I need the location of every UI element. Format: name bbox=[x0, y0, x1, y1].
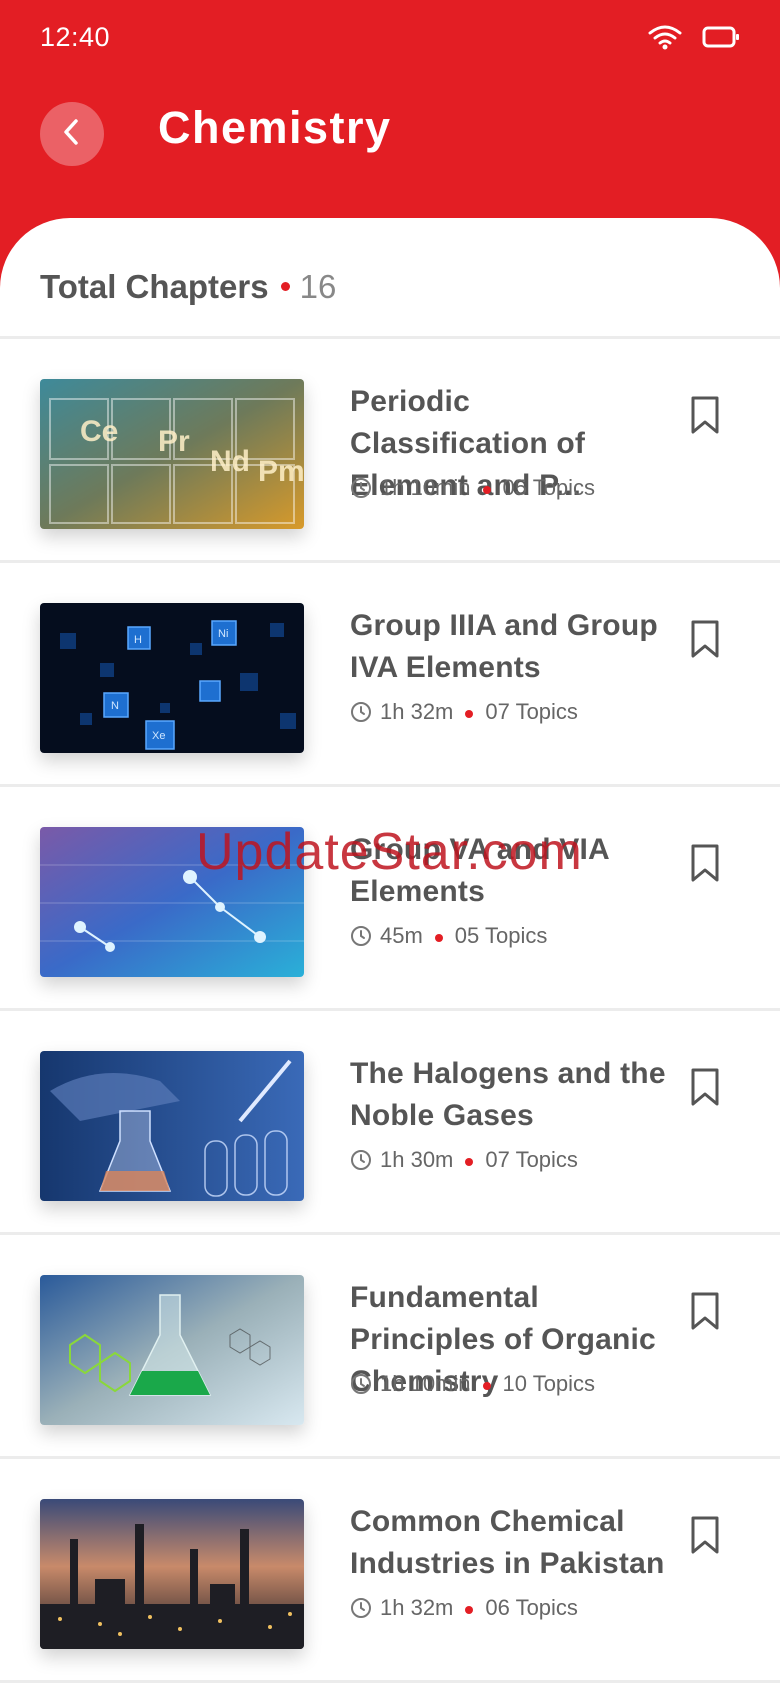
bookmark-button[interactable] bbox=[688, 1291, 722, 1331]
app-header: Chemistry bbox=[0, 80, 780, 220]
svg-text:N: N bbox=[111, 700, 119, 712]
page-title: Chemistry bbox=[158, 102, 392, 153]
svg-text:Pm: Pm bbox=[258, 455, 304, 488]
bookmark-icon bbox=[688, 1292, 722, 1335]
separator-dot bbox=[482, 1382, 491, 1390]
chapter-topics: 06 Topics bbox=[485, 1595, 578, 1620]
clock-icon bbox=[350, 701, 372, 723]
chapter-title: Group VA and VIA Elements bbox=[350, 833, 609, 908]
clock-icon bbox=[350, 925, 372, 947]
svg-text:Ni: Ni bbox=[218, 628, 228, 640]
chapter-thumbnail-flask-structures bbox=[40, 1275, 304, 1425]
chapter-item[interactable]: Group VA and VIA Elements 45m 05 Topics bbox=[0, 787, 780, 1011]
clock-icon bbox=[350, 1149, 372, 1171]
chapter-duration: 1h 32m bbox=[380, 1595, 454, 1620]
status-bar: 12:40 bbox=[0, 0, 780, 80]
svg-text:Nd: Nd bbox=[210, 445, 250, 478]
chapter-topics: 07 Topics bbox=[485, 1147, 578, 1172]
separator-dot bbox=[465, 710, 474, 718]
bookmark-button[interactable] bbox=[688, 395, 722, 435]
chapter-item[interactable]: H Ni N Xe Group IIIA and Group IVA Eleme… bbox=[0, 563, 780, 787]
bookmark-icon bbox=[688, 620, 722, 663]
svg-text:Ce: Ce bbox=[80, 415, 118, 448]
bookmark-icon bbox=[688, 844, 722, 887]
separator-dot bbox=[482, 486, 491, 494]
chapter-meta: 1h 30m 07 Topics bbox=[350, 1147, 578, 1173]
chapter-item[interactable]: Fundamental Principles of Organic Chemis… bbox=[0, 1235, 780, 1459]
bookmark-icon bbox=[688, 1516, 722, 1559]
status-time: 12:40 bbox=[40, 22, 111, 52]
chapter-thumbnail-periodic-table: Ce Pr Nd Pm bbox=[40, 379, 304, 529]
chapter-meta: 1h 32m 06 Topics bbox=[350, 1595, 578, 1621]
chapter-list: Ce Pr Nd Pm Periodic Classification of E… bbox=[0, 339, 780, 1683]
chapter-duration: 1h 10min bbox=[380, 475, 471, 500]
svg-text:H: H bbox=[134, 634, 142, 646]
chapter-item[interactable]: Common Chemical Industries in Pakistan 1… bbox=[0, 1459, 780, 1683]
svg-text:Xe: Xe bbox=[152, 730, 165, 742]
back-button[interactable] bbox=[40, 102, 104, 166]
svg-text:Pr: Pr bbox=[158, 425, 190, 458]
separator-dot bbox=[434, 934, 443, 942]
chapter-duration: 1h 32m bbox=[380, 699, 454, 724]
chapter-meta: 1h 10min 10 Topics bbox=[350, 1371, 595, 1397]
chapter-topics: 05 Topics bbox=[454, 923, 548, 948]
chapter-duration: 1h 30m bbox=[380, 1147, 454, 1172]
total-chapters-summary: Total Chapters 16 bbox=[40, 268, 336, 306]
chapter-thumbnail-refinery bbox=[40, 1499, 304, 1649]
chapter-title: Group IIIA and Group IVA Elements bbox=[350, 609, 658, 684]
separator-dot bbox=[280, 282, 290, 291]
clock-icon bbox=[350, 477, 372, 499]
bookmark-button[interactable] bbox=[688, 619, 722, 659]
chapter-item[interactable]: Ce Pr Nd Pm Periodic Classification of E… bbox=[0, 339, 780, 563]
total-chapters-label: Total Chapters bbox=[40, 268, 269, 305]
chapter-thumbnail-lab-glassware bbox=[40, 1051, 304, 1201]
chapter-meta: 1h 32m 07 Topics bbox=[350, 699, 578, 725]
chapter-item[interactable]: The Halogens and the Noble Gases 1h 30m … bbox=[0, 1011, 780, 1235]
chapter-thumbnail-element-tiles: H Ni N Xe bbox=[40, 603, 304, 753]
chapter-topics: 10 Topics bbox=[502, 1371, 596, 1396]
bookmark-icon bbox=[688, 396, 722, 439]
chapter-thumbnail-molecules bbox=[40, 827, 304, 977]
bookmark-icon bbox=[688, 1068, 722, 1111]
chapter-topics: 07 Topics bbox=[485, 699, 578, 724]
total-chapters-count: 16 bbox=[299, 268, 337, 305]
clock-icon bbox=[350, 1373, 372, 1395]
chapter-meta: 45m 05 Topics bbox=[350, 923, 547, 949]
clock-icon bbox=[350, 1597, 372, 1619]
bookmark-button[interactable] bbox=[688, 1515, 722, 1555]
status-icons bbox=[648, 24, 740, 55]
chapter-meta: 1h 10min 05 Topics bbox=[350, 475, 595, 501]
chapter-duration: 45m bbox=[380, 923, 423, 948]
separator-dot bbox=[465, 1606, 474, 1614]
chapter-duration: 1h 10min bbox=[380, 1371, 471, 1396]
chapter-title: The Halogens and the Noble Gases bbox=[350, 1057, 666, 1132]
bookmark-button[interactable] bbox=[688, 1067, 722, 1107]
chapter-topics: 05 Topics bbox=[502, 475, 596, 500]
bookmark-button[interactable] bbox=[688, 843, 722, 883]
separator-dot bbox=[465, 1158, 474, 1166]
chevron-left-icon bbox=[60, 117, 84, 152]
battery-icon bbox=[702, 25, 740, 54]
wifi-icon bbox=[648, 24, 682, 55]
content-sheet: Total Chapters 16 Ce Pr Nd Pm Periodic C… bbox=[0, 218, 780, 1687]
chapter-title: Common Chemical Industries in Pakistan bbox=[350, 1505, 665, 1580]
